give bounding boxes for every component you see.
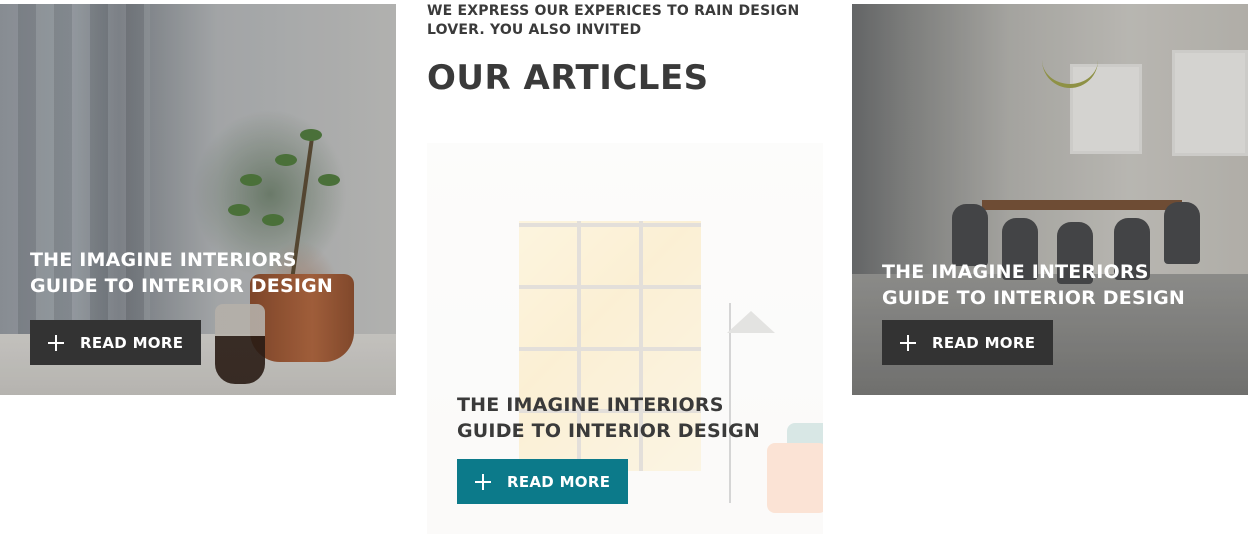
read-more-label: READ MORE: [80, 333, 184, 352]
article-title: THE IMAGINE INTERIORS GUIDE TO INTERIOR …: [30, 249, 333, 297]
section-heading: OUR ARTICLES: [427, 58, 709, 98]
read-more-button[interactable]: READ MORE: [30, 320, 202, 365]
read-more-button[interactable]: READ MORE: [457, 459, 629, 504]
read-more-label: READ MORE: [507, 472, 611, 491]
plus-icon: [900, 334, 916, 351]
read-more-label: READ MORE: [932, 333, 1036, 352]
article-title: THE IMAGINE INTERIORS GUIDE TO INTERIOR …: [882, 261, 1185, 309]
article-card-2[interactable]: THE IMAGINE INTERIORS GUIDE TO INTERIOR …: [427, 143, 823, 534]
plus-icon: [48, 334, 64, 351]
section-intro: WE EXPRESS OUR EXPERICES TO RAIN DESIGN …: [427, 3, 800, 38]
article-card-1[interactable]: THE IMAGINE INTERIORS GUIDE TO INTERIOR …: [0, 4, 396, 395]
read-more-button[interactable]: READ MORE: [882, 320, 1054, 365]
article-title: THE IMAGINE INTERIORS GUIDE TO INTERIOR …: [457, 394, 760, 442]
article-card-3[interactable]: THE IMAGINE INTERIORS GUIDE TO INTERIOR …: [852, 4, 1248, 395]
plus-icon: [475, 473, 491, 490]
